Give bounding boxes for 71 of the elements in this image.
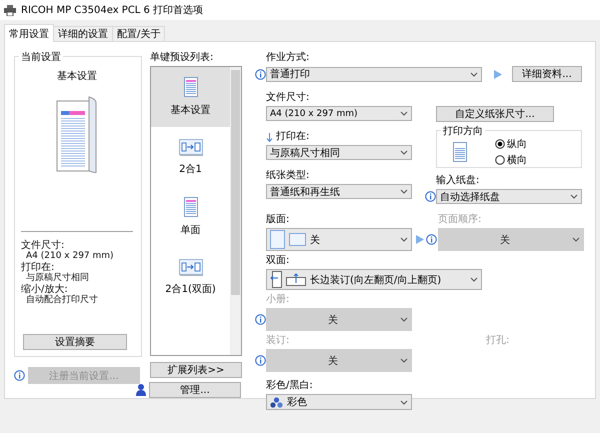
- down-arrow-icon: [266, 133, 273, 143]
- summary-value: A4 (210 x 297 mm): [25, 251, 115, 262]
- chevron-icon: [570, 194, 578, 199]
- group-title: 打印方向: [441, 124, 485, 138]
- chevron-icon: [400, 358, 408, 363]
- field-label: 双面:: [266, 255, 290, 267]
- field-label: 纸张类型:: [266, 170, 310, 182]
- summary-button[interactable]: 设置摘要: [23, 334, 127, 350]
- portrait-page-icon: [270, 230, 285, 249]
- triangle-arrow-icon: [494, 70, 502, 78]
- radio-button[interactable]: [495, 139, 505, 149]
- triangle-arrow-icon: [416, 235, 424, 244]
- summary-heading: 打印在:: [21, 262, 56, 273]
- color-dots-icon: [270, 396, 283, 408]
- tab[interactable]: 常用设置: [4, 24, 54, 42]
- chevron-icon: [470, 72, 478, 76]
- summary-heading: 文件尺寸:: [21, 240, 66, 251]
- field-label: 装订:: [266, 335, 290, 347]
- dropdown[interactable]: A4 (210 x 297 mm): [266, 106, 412, 121]
- two-up-icon: [178, 258, 202, 276]
- radio-button[interactable]: [495, 155, 505, 165]
- landscape-page-icon: [289, 233, 306, 246]
- document-icon: [453, 142, 467, 162]
- chevron-icon: [470, 277, 478, 282]
- duplex-flip-left-icon: [270, 271, 282, 288]
- list-label: 单键预设列表:: [150, 52, 214, 64]
- chevron-icon: [400, 317, 408, 322]
- document-icon: [184, 197, 198, 217]
- tab[interactable]: 配置/关于: [112, 26, 166, 42]
- manage-button[interactable]: 管理...: [149, 382, 241, 398]
- chevron-icon: [400, 400, 408, 404]
- field-label: 页面顺序:: [438, 214, 482, 226]
- chevron-icon: [400, 237, 408, 242]
- expand-list-button[interactable]: 扩展列表>>: [150, 362, 242, 378]
- dropdown[interactable]: 彩色: [266, 394, 412, 410]
- summary-value: 与原稿尺寸相同: [25, 273, 90, 284]
- info-icon: [14, 370, 25, 381]
- field-label: 输入纸盘:: [436, 175, 480, 187]
- dropdown[interactable]: 普通打印: [266, 66, 482, 82]
- printer-icon: [4, 4, 16, 16]
- dropdown[interactable]: 自动选择纸盘: [436, 189, 582, 204]
- preset-item[interactable]: 基本设置: [151, 67, 230, 127]
- chevron-icon: [572, 237, 580, 242]
- chevron-icon: [400, 150, 408, 155]
- field-label: 小册:: [266, 294, 290, 306]
- scrollbar[interactable]: [230, 67, 241, 355]
- radio-label: 横向: [507, 154, 527, 167]
- dropdown[interactable]: 与原稿尺寸相同: [266, 145, 412, 160]
- details-button[interactable]: 详细资料...: [512, 66, 582, 82]
- chevron-icon: [400, 111, 408, 116]
- field-label: 打孔:: [486, 335, 510, 347]
- radio-label: 纵向: [507, 138, 527, 151]
- summary-value: 自动配合打印尺寸: [25, 295, 99, 306]
- person-icon: [136, 384, 146, 396]
- group-title: 当前设置: [19, 50, 63, 64]
- dropdown[interactable]: 长边装订(向左翻页/向上翻页): [266, 269, 482, 290]
- custom-size-button[interactable]: 自定义纸张尺寸...: [436, 106, 554, 122]
- dropdown[interactable]: 关: [266, 228, 412, 251]
- field-label: 作业方式:: [266, 52, 310, 64]
- preset-name: 基本设置: [57, 70, 97, 83]
- field-label: 打印在:: [276, 131, 310, 143]
- window-title: RICOH MP C3504ex PCL 6 打印首选项: [21, 4, 204, 17]
- two-up-icon: [178, 138, 202, 156]
- document-icon: [184, 77, 198, 97]
- chevron-icon: [400, 189, 408, 194]
- dropdown[interactable]: 普通纸和再生纸: [266, 184, 412, 199]
- field-label: 文件尺寸:: [266, 92, 310, 104]
- summary-heading: 缩小/放大:: [21, 284, 68, 295]
- field-label: 版面:: [266, 214, 290, 226]
- duplex-flip-up-icon: [286, 273, 306, 286]
- field-label: 彩色/黑白:: [266, 380, 314, 392]
